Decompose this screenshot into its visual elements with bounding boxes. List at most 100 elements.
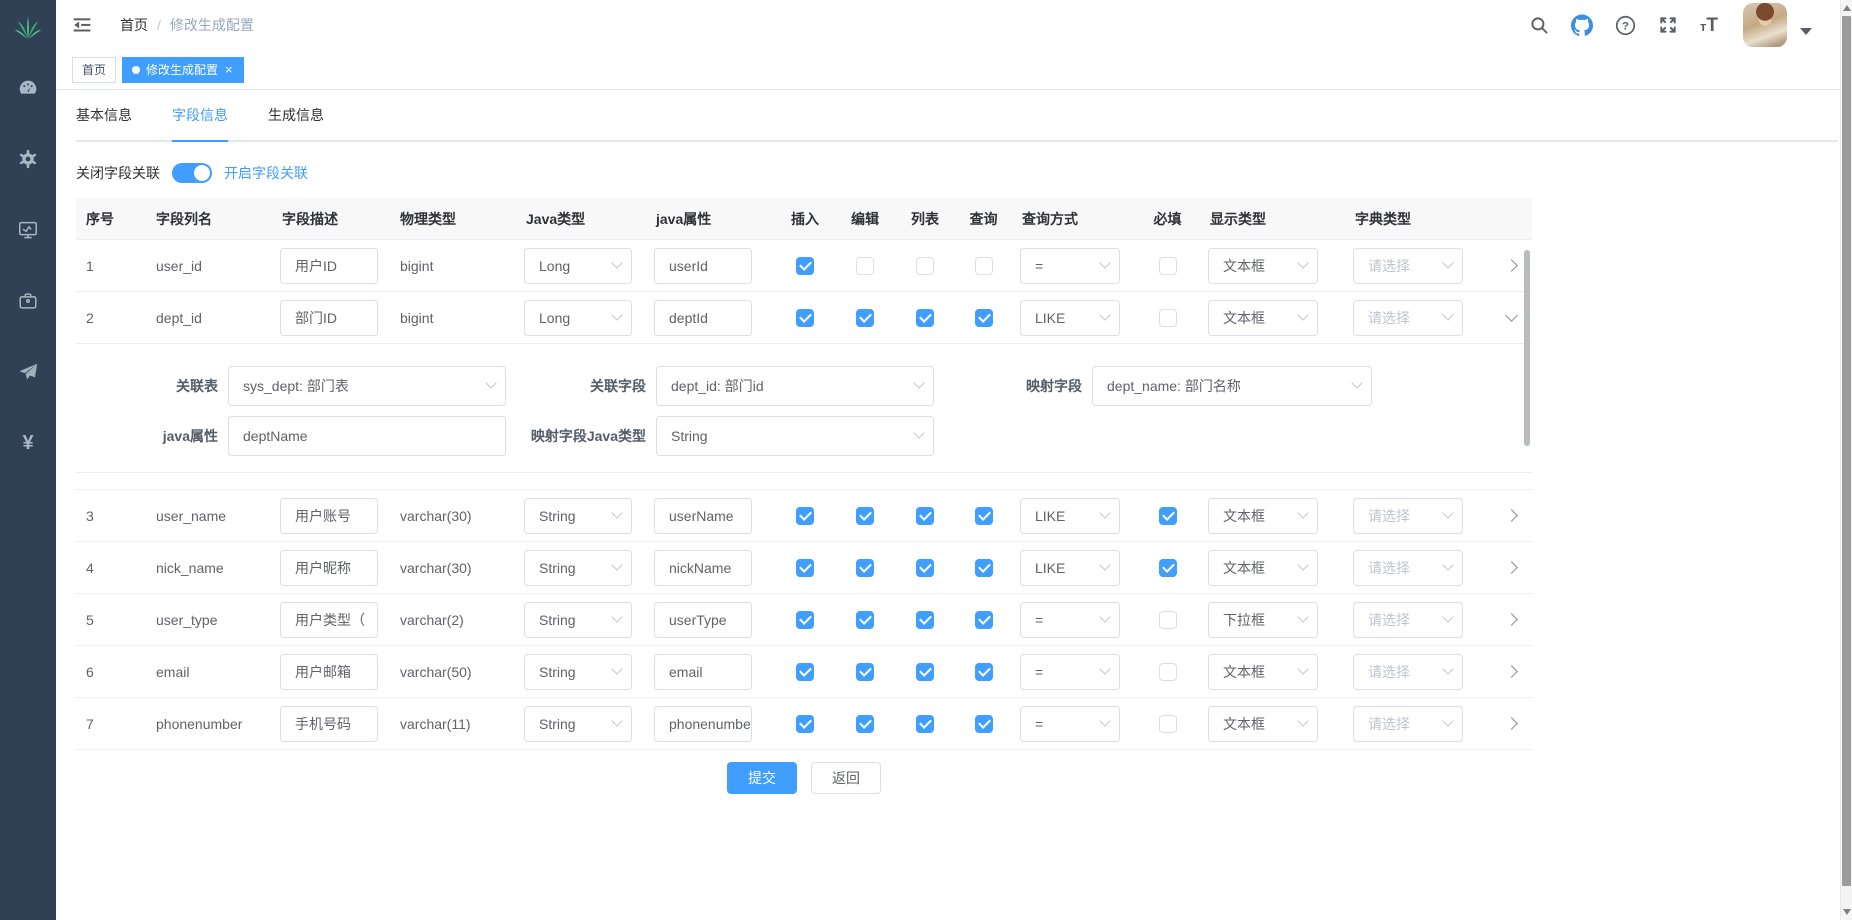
query-checkbox[interactable] — [975, 309, 993, 327]
help-button[interactable]: ? — [1614, 14, 1636, 36]
java-attr-input[interactable]: userId — [654, 248, 752, 284]
java-type-select[interactable]: Long — [524, 300, 632, 336]
query-checkbox[interactable] — [975, 663, 993, 681]
query-checkbox[interactable] — [975, 611, 993, 629]
description-input[interactable]: 用户邮箱 — [280, 654, 378, 690]
dict-type-select[interactable]: 请选择 — [1353, 300, 1463, 336]
breadcrumb-home[interactable]: 首页 — [120, 15, 148, 35]
expand-row-button[interactable] — [1501, 506, 1521, 526]
tag-current-active[interactable]: 修改生成配置 × — [122, 57, 244, 83]
search-button[interactable] — [1528, 14, 1550, 36]
required-checkbox[interactable] — [1159, 663, 1177, 681]
collapse-row-button[interactable] — [1501, 308, 1521, 328]
sidebar-collapse-button[interactable] — [72, 14, 94, 36]
expand-row-button[interactable] — [1501, 714, 1521, 734]
insert-checkbox[interactable] — [796, 309, 814, 327]
dict-type-select[interactable]: 请选择 — [1353, 602, 1463, 638]
dict-type-select[interactable]: 请选择 — [1353, 550, 1463, 586]
description-input[interactable]: 用户账号 — [280, 498, 378, 534]
java-type-select[interactable]: String — [524, 602, 632, 638]
back-button[interactable]: 返回 — [811, 762, 881, 794]
tag-close-icon[interactable]: × — [224, 63, 234, 76]
user-avatar[interactable] — [1743, 3, 1787, 47]
field-relation-switch[interactable] — [172, 163, 212, 183]
query-type-select[interactable]: LIKE — [1020, 550, 1120, 586]
sidebar-item-system[interactable] — [16, 147, 40, 171]
required-checkbox[interactable] — [1159, 507, 1177, 525]
mapping-java-type-select[interactable]: String — [656, 416, 934, 456]
expand-row-button[interactable] — [1501, 256, 1521, 276]
java-attr-input[interactable]: userName — [654, 498, 752, 534]
java-type-select[interactable]: String — [524, 550, 632, 586]
list-checkbox[interactable] — [916, 559, 934, 577]
insert-checkbox[interactable] — [796, 507, 814, 525]
tab-basic-info[interactable]: 基本信息 — [76, 105, 132, 140]
relation-table-select[interactable]: sys_dept: 部门表 — [228, 366, 506, 406]
required-checkbox[interactable] — [1159, 611, 1177, 629]
display-type-select[interactable]: 文本框 — [1208, 550, 1318, 586]
display-type-select[interactable]: 文本框 — [1208, 248, 1318, 284]
insert-checkbox[interactable] — [796, 663, 814, 681]
tab-field-info[interactable]: 字段信息 — [172, 105, 228, 140]
edit-checkbox[interactable] — [856, 663, 874, 681]
list-checkbox[interactable] — [916, 507, 934, 525]
query-type-select[interactable]: = — [1020, 654, 1120, 690]
java-attr-input[interactable]: email — [654, 654, 752, 690]
java-attr-input[interactable]: phonenumber — [654, 706, 752, 742]
mapping-field-select[interactable]: dept_name: 部门名称 — [1092, 366, 1372, 406]
scrollbar-down-arrow-icon[interactable] — [1843, 909, 1851, 915]
submit-button[interactable]: 提交 — [727, 762, 797, 794]
display-type-select[interactable]: 文本框 — [1208, 654, 1318, 690]
query-checkbox[interactable] — [975, 715, 993, 733]
java-type-select[interactable]: String — [524, 498, 632, 534]
scrollbar-up-arrow-icon[interactable] — [1843, 5, 1851, 11]
sidebar-item-guide[interactable] — [16, 360, 40, 384]
required-checkbox[interactable] — [1159, 559, 1177, 577]
list-checkbox[interactable] — [916, 611, 934, 629]
list-checkbox[interactable] — [916, 309, 934, 327]
java-type-select[interactable]: String — [524, 654, 632, 690]
edit-checkbox[interactable] — [856, 257, 874, 275]
java-attr-input[interactable]: nickName — [654, 550, 752, 586]
expand-row-button[interactable] — [1501, 662, 1521, 682]
description-input[interactable]: 手机号码 — [280, 706, 378, 742]
dict-type-select[interactable]: 请选择 — [1353, 498, 1463, 534]
edit-checkbox[interactable] — [856, 507, 874, 525]
relation-field-select[interactable]: dept_id: 部门id — [656, 366, 934, 406]
sidebar-item-tool[interactable] — [16, 289, 40, 313]
dict-type-select[interactable]: 请选择 — [1353, 706, 1463, 742]
sidebar-item-finance[interactable]: ¥ — [16, 431, 40, 455]
tab-gen-info[interactable]: 生成信息 — [268, 105, 324, 140]
display-type-select[interactable]: 文本框 — [1208, 706, 1318, 742]
query-type-select[interactable]: LIKE — [1020, 300, 1120, 336]
java-attr-input[interactable]: deptId — [654, 300, 752, 336]
insert-checkbox[interactable] — [796, 715, 814, 733]
query-checkbox[interactable] — [975, 507, 993, 525]
description-input[interactable]: 用户类型（ — [280, 602, 378, 638]
list-checkbox[interactable] — [916, 715, 934, 733]
scrollbar-thumb[interactable] — [1842, 16, 1851, 886]
description-input[interactable]: 用户ID — [280, 248, 378, 284]
query-checkbox[interactable] — [975, 257, 993, 275]
required-checkbox[interactable] — [1159, 715, 1177, 733]
required-checkbox[interactable] — [1159, 309, 1177, 327]
expand-row-button[interactable] — [1501, 610, 1521, 630]
app-logo[interactable] — [0, 0, 56, 56]
edit-checkbox[interactable] — [856, 715, 874, 733]
list-checkbox[interactable] — [916, 257, 934, 275]
dict-type-select[interactable]: 请选择 — [1353, 654, 1463, 690]
query-type-select[interactable]: = — [1020, 706, 1120, 742]
display-type-select[interactable]: 文本框 — [1208, 300, 1318, 336]
sidebar-item-dashboard[interactable] — [16, 76, 40, 100]
edit-checkbox[interactable] — [856, 559, 874, 577]
description-input[interactable]: 用户昵称 — [280, 550, 378, 586]
required-checkbox[interactable] — [1159, 257, 1177, 275]
display-type-select[interactable]: 下拉框 — [1208, 602, 1318, 638]
insert-checkbox[interactable] — [796, 559, 814, 577]
description-input[interactable]: 部门ID — [280, 300, 378, 336]
query-type-select[interactable]: = — [1020, 602, 1120, 638]
table-scrollbar[interactable] — [1524, 250, 1530, 446]
edit-checkbox[interactable] — [856, 611, 874, 629]
display-type-select[interactable]: 文本框 — [1208, 498, 1318, 534]
list-checkbox[interactable] — [916, 663, 934, 681]
